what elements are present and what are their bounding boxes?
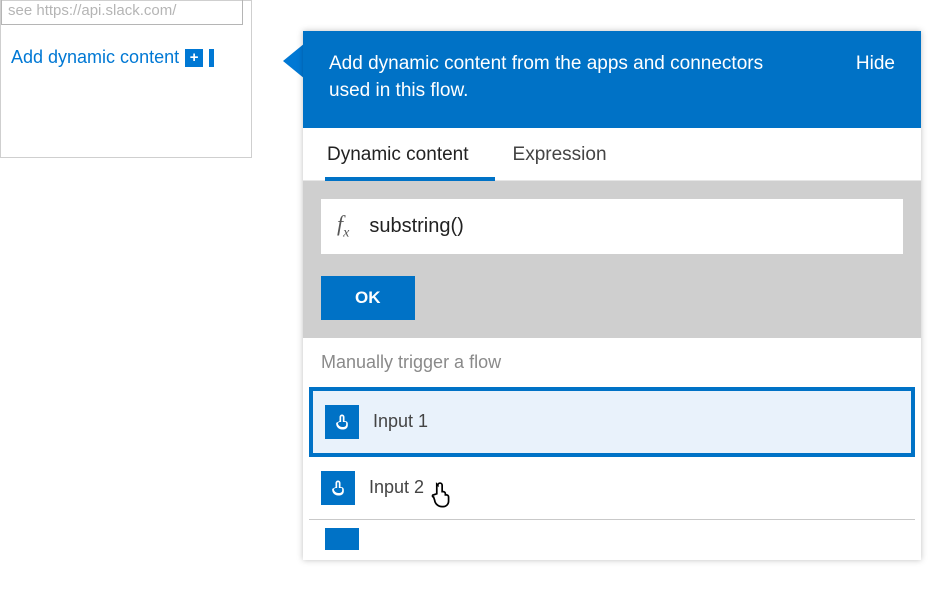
panel-header: Add dynamic content from the apps and co…	[303, 31, 921, 128]
add-dynamic-link[interactable]: Add dynamic content	[11, 47, 179, 68]
items-wrapper: Input 1 Input 2	[303, 387, 921, 560]
touch-icon	[321, 471, 355, 505]
trigger-section-label: Manually trigger a flow	[303, 338, 921, 387]
expression-section: fx substring() OK	[303, 181, 921, 337]
dynamic-content-panel: Add dynamic content from the apps and co…	[303, 31, 921, 560]
expression-text: substring()	[369, 215, 463, 238]
touch-icon	[325, 405, 359, 439]
callout-pointer-icon	[283, 43, 305, 79]
expression-input[interactable]: fx substring()	[321, 199, 903, 253]
plus-icon[interactable]: +	[185, 49, 203, 67]
plus-bar-icon	[209, 49, 214, 67]
list-item-input-2[interactable]: Input 2	[309, 457, 915, 520]
url-input[interactable]: see https://api.slack.com/	[1, 0, 243, 25]
tabs: Dynamic content Expression	[303, 128, 921, 181]
fx-icon: fx	[337, 211, 349, 241]
source-card: see https://api.slack.com/ Add dynamic c…	[0, 0, 252, 158]
ok-button[interactable]: OK	[321, 276, 415, 320]
list-item-label: Input 1	[373, 411, 428, 432]
list-item-input-1[interactable]: Input 1	[309, 387, 915, 457]
tab-dynamic-content[interactable]: Dynamic content	[327, 144, 469, 180]
tab-expression[interactable]: Expression	[513, 144, 607, 180]
panel-header-text: Add dynamic content from the apps and co…	[329, 51, 809, 104]
add-dynamic-row[interactable]: Add dynamic content +	[1, 47, 251, 68]
tab-underline	[325, 177, 495, 181]
list-item-label: Input 2	[369, 477, 424, 498]
hide-button[interactable]: Hide	[856, 51, 895, 104]
partial-item-icon	[325, 528, 359, 550]
